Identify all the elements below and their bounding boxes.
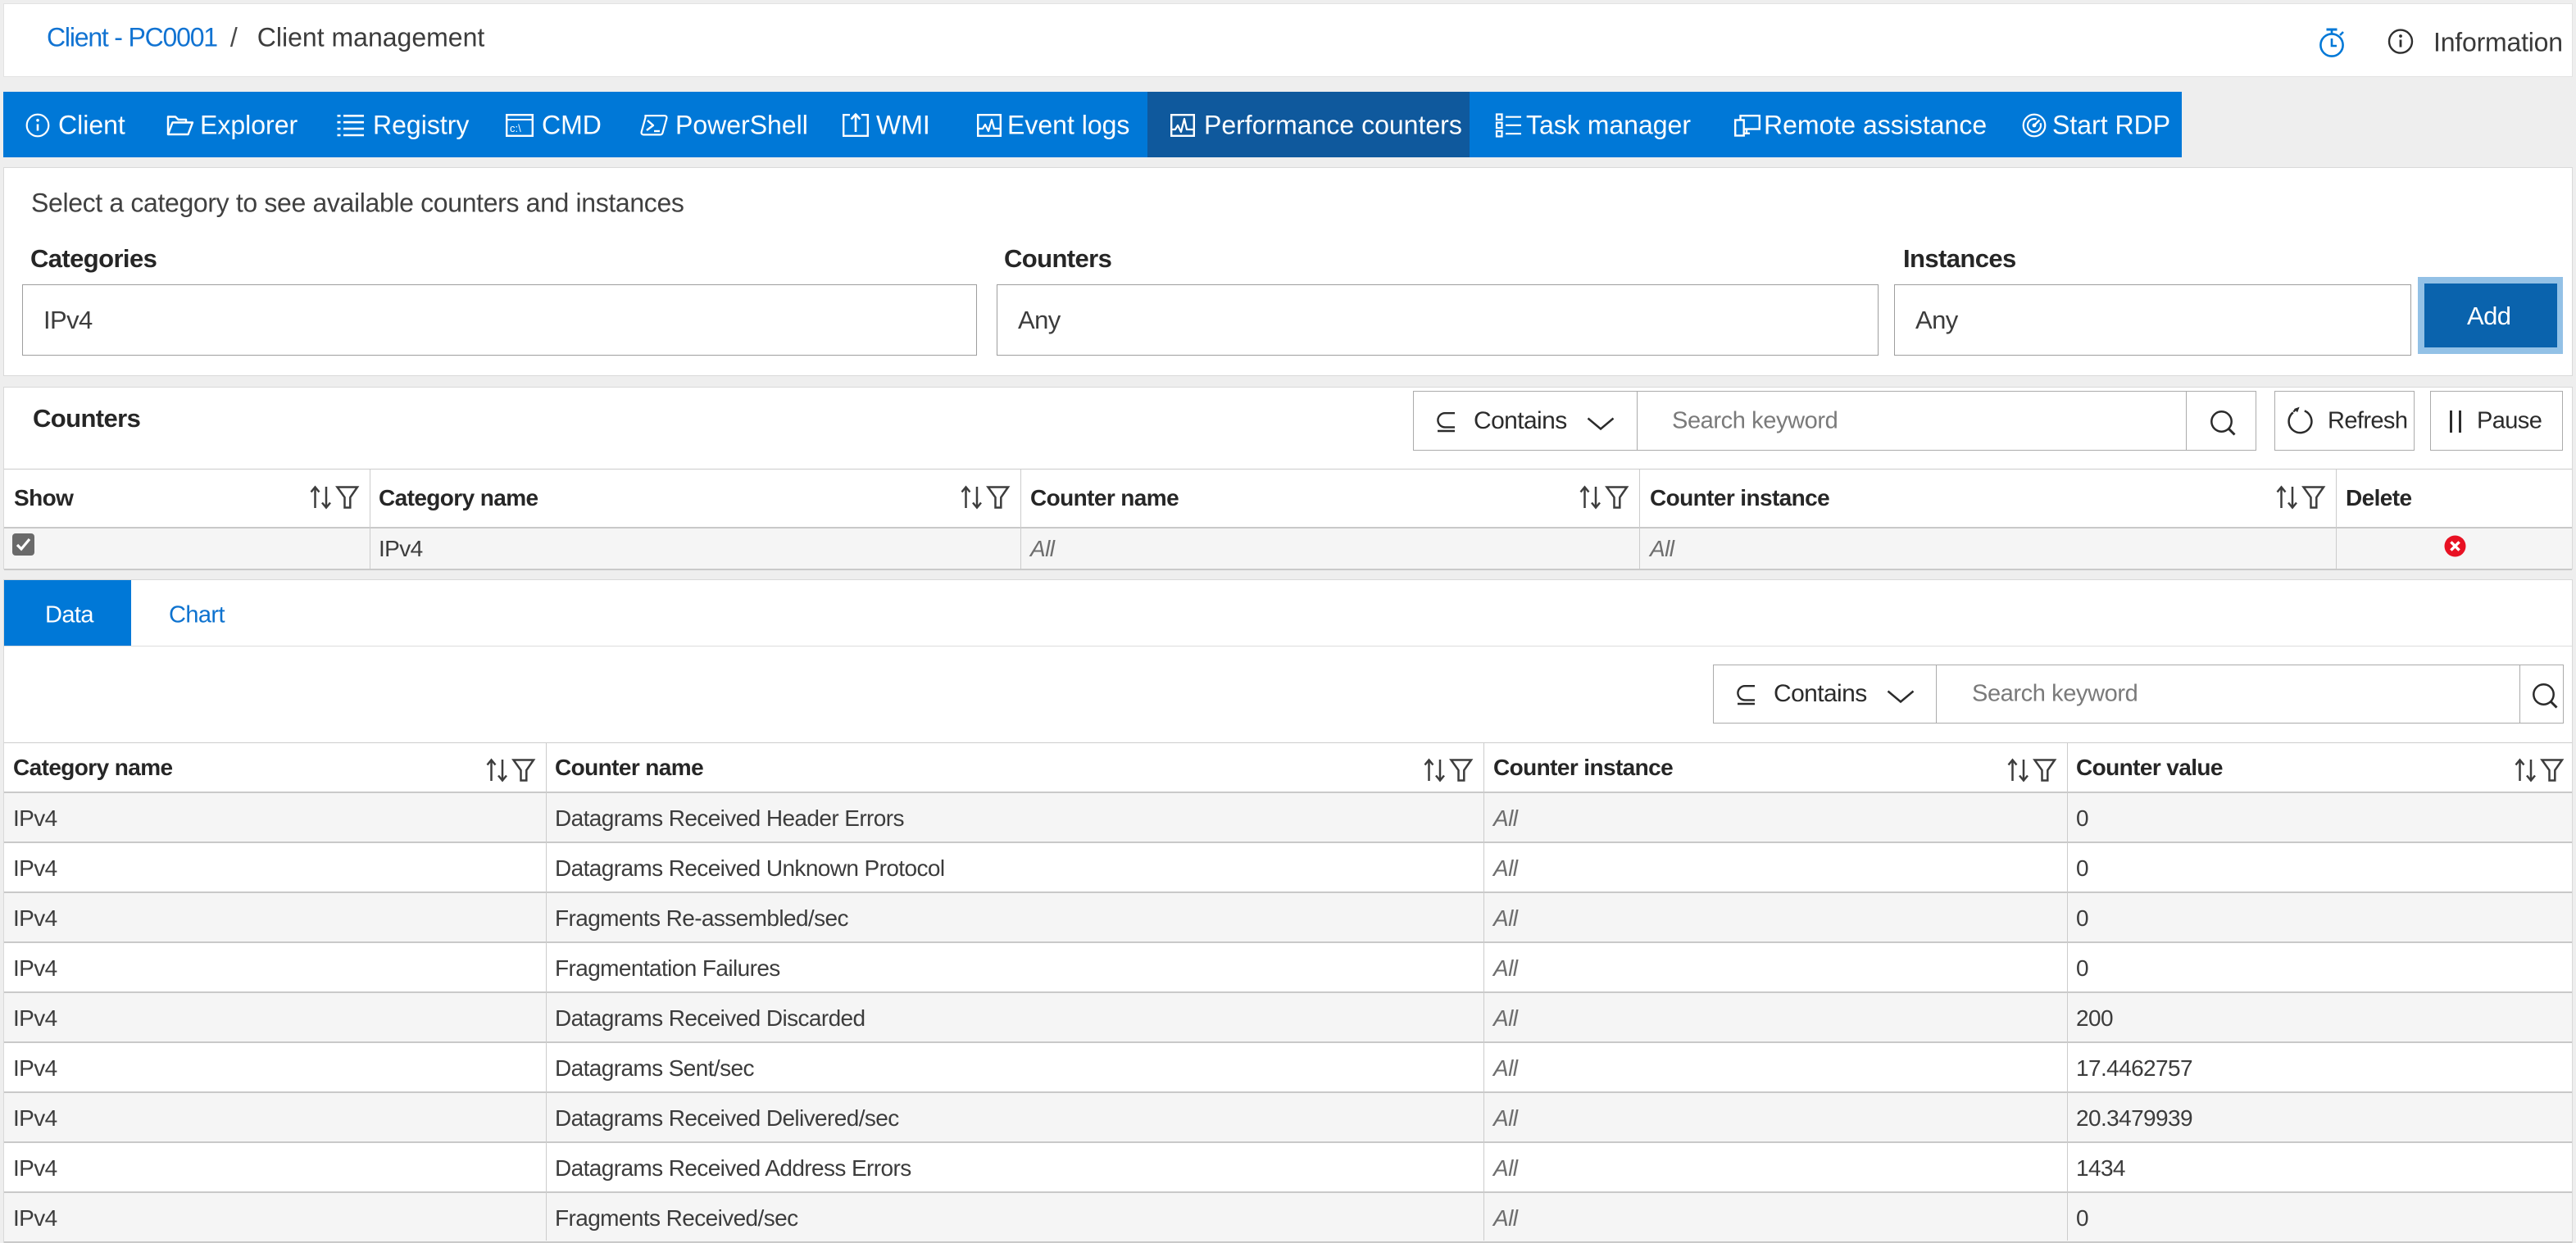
svg-text:c:\: c:\: [510, 122, 521, 134]
